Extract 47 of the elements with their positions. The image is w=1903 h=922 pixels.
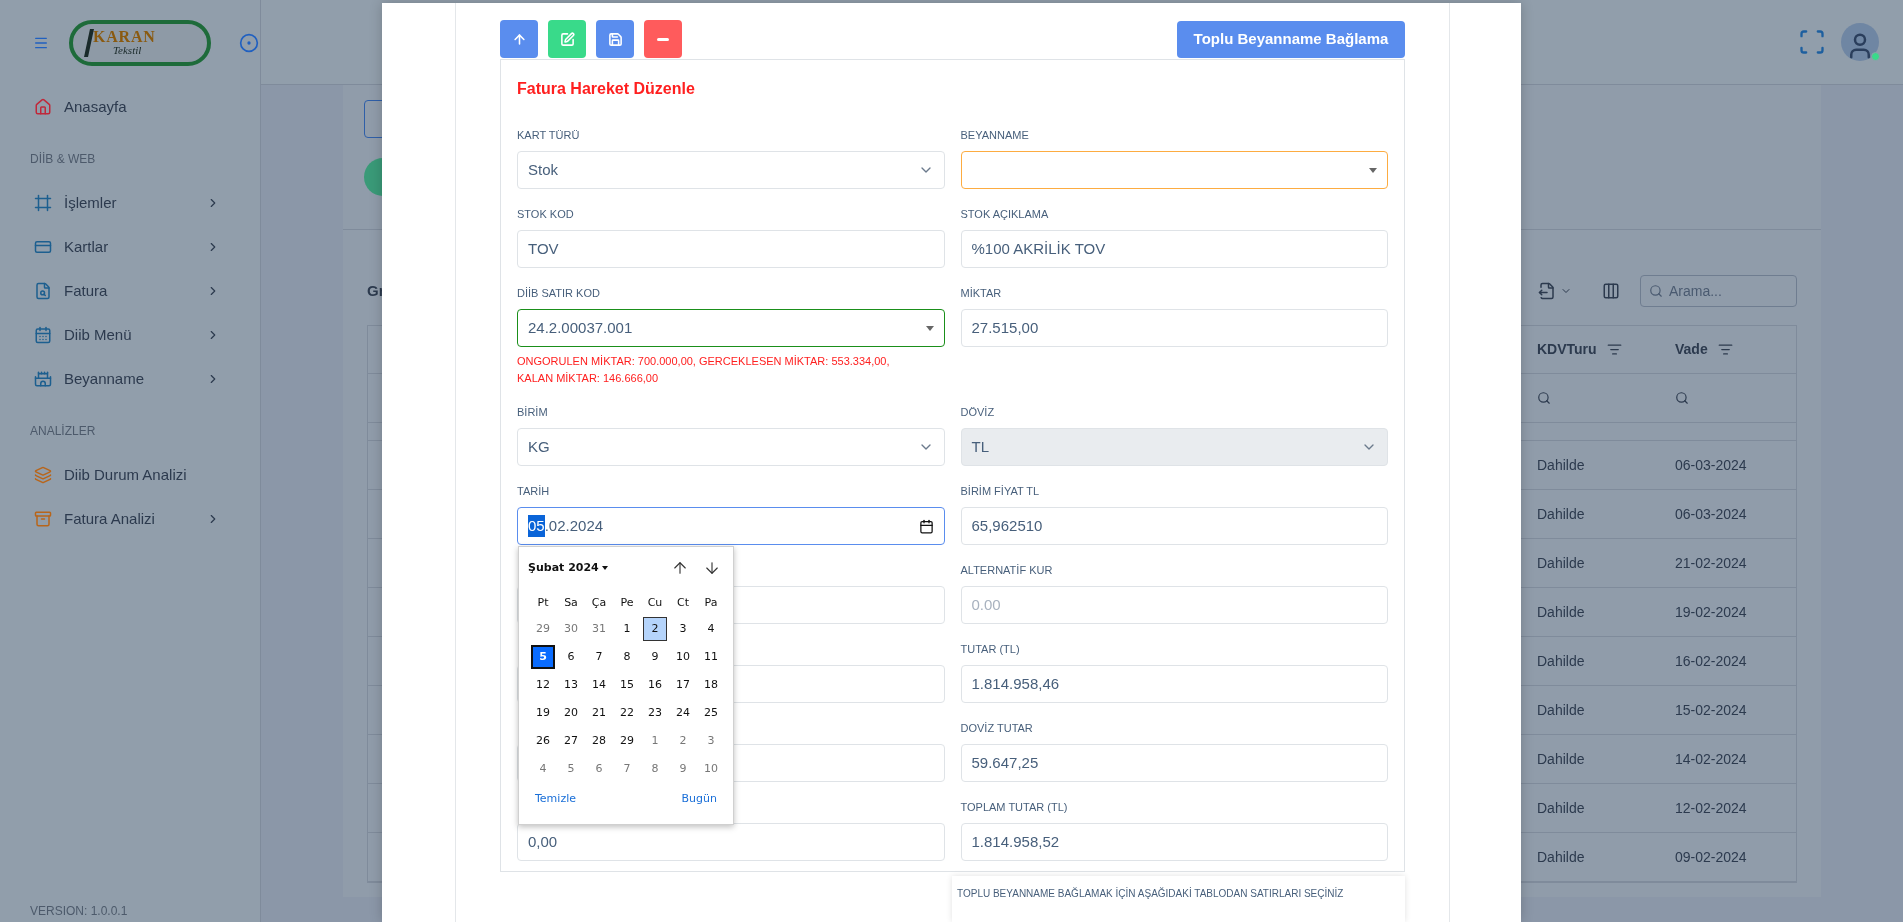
- field-label: DOVİZ TUTAR: [960, 720, 1033, 736]
- table-cell-text: 06-03-2024: [1675, 504, 1747, 524]
- field-label: BEYANNAME: [960, 127, 1029, 143]
- logo: KARAN Tekstil: [69, 19, 211, 66]
- table-cell-text: Dahilde: [1537, 700, 1585, 720]
- field-label: TARİH: [517, 483, 550, 499]
- table-cell-text: Dahilde: [1537, 651, 1585, 671]
- table-cell-text: 09-02-2024: [1675, 847, 1747, 867]
- table-cell-text: 15-02-2024: [1675, 700, 1747, 720]
- table-cell-text: Dahilde: [1537, 553, 1585, 573]
- table-cell-text: 21-02-2024: [1675, 553, 1747, 573]
- table-cell-text: 14-02-2024: [1675, 749, 1747, 769]
- table-cell-text: Dahilde: [1537, 602, 1585, 622]
- field-label: BİRİM FİYAT TL: [960, 483, 1040, 499]
- table-cell-text: 06-03-2024: [1675, 455, 1747, 475]
- grid-title: Gr: [367, 280, 385, 301]
- field-label: DİİB SATIR KOD: [517, 285, 600, 301]
- table-cell-text: Dahilde: [1537, 749, 1585, 769]
- table-cell-text: Dahilde: [1537, 798, 1585, 818]
- note-panel: TOPLU BEYANNAME BAĞLAMAK İÇİN AŞAĞIDAKİ TABLODAN SATIRLARI SEÇİNİZ: [952, 876, 1405, 922]
- field-label: MİKTAR: [960, 285, 1002, 301]
- version-text: VERSION: 1.0.0.1: [30, 903, 128, 920]
- field-label: BİRİM: [517, 404, 548, 420]
- weekday-label: Cu: [646, 594, 664, 611]
- table-cell-text: 12-02-2024: [1675, 798, 1747, 818]
- field-label: TOPLAM TUTAR (TL): [960, 799, 1068, 815]
- field-label: STOK AÇIKLAMA: [960, 206, 1049, 222]
- weekday-label: Pt: [536, 594, 550, 611]
- field-label: ALTERNATİF KUR: [960, 562, 1053, 578]
- field-label: DÖVİZ: [960, 404, 995, 420]
- table-cell-text: Dahilde: [1537, 455, 1585, 475]
- weekday-label: Pa: [703, 594, 719, 611]
- field-label: TUTAR (TL): [960, 641, 1020, 657]
- section-title: ANALİZLER: [29, 423, 96, 440]
- table-cell-text: 16-02-2024: [1675, 651, 1747, 671]
- weekday-label: Pe: [619, 594, 635, 611]
- weekday-label: Ct: [676, 594, 690, 611]
- section-title: DİİB & WEB: [29, 151, 96, 168]
- table-cell-text: 19-02-2024: [1675, 602, 1747, 622]
- weekday-label: Ça: [590, 594, 608, 611]
- form-title: Fatura Hareket Düzenle: [517, 79, 696, 97]
- field-label: KART TÜRÜ: [517, 127, 580, 143]
- field-label: STOK KOD: [517, 206, 574, 222]
- hint-text: ONGORULEN MİKTAR: 700.000,00, GERCEKLESEN MİKTAR: 553.334,00, KALAN MİKTAR: 146.666,00: [517, 354, 891, 386]
- table-cell-text: Dahilde: [1537, 847, 1585, 867]
- table-cell-text: Dahilde: [1537, 504, 1585, 524]
- weekday-label: Sa: [563, 594, 579, 611]
